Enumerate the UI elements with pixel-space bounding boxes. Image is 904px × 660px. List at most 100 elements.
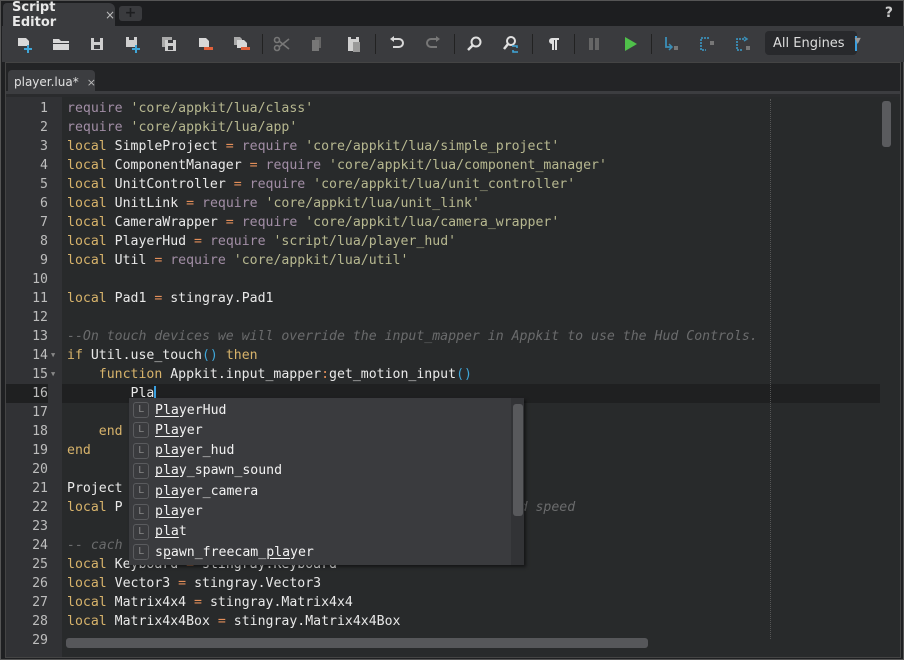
code-line: local Pad1 = stingray.Pad1 — [67, 289, 273, 308]
line-number: 2 — [40, 120, 48, 135]
save-all-button[interactable] — [157, 32, 181, 56]
save-as-button[interactable] — [121, 32, 145, 56]
autocomplete-item[interactable]: Lplat — [133, 522, 503, 542]
new-file-button[interactable] — [13, 32, 37, 56]
tab-script-editor[interactable]: Script Editor × — [3, 0, 115, 30]
cut-button[interactable] — [270, 32, 294, 56]
horizontal-scrollbar[interactable] — [66, 638, 648, 648]
code-token: local — [67, 576, 115, 591]
close-icon[interactable]: × — [105, 8, 115, 22]
line-number: 4 — [40, 158, 48, 173]
local-variable-icon: L — [133, 544, 149, 561]
autocomplete-item[interactable]: Lplayer — [133, 502, 503, 522]
script-editor-window: Script Editor × + ? All Engines ▼ player… — [0, 0, 904, 660]
step-out-button[interactable] — [731, 32, 755, 56]
code-token: 'core/appkit/lua/app' — [130, 120, 298, 135]
line-number: 11 — [32, 291, 48, 306]
code-token: 'core/appkit/lua/class' — [130, 101, 314, 116]
pause-button[interactable] — [582, 32, 606, 56]
line-number: 19 — [32, 443, 48, 458]
autocomplete-item[interactable]: Lplayer_camera — [133, 481, 503, 501]
code-token: function — [67, 367, 171, 382]
search-replace-icon — [503, 36, 518, 53]
find-button[interactable] — [463, 32, 487, 56]
show-whitespace-button[interactable] — [541, 32, 565, 56]
code-token: UnitLink — [114, 196, 187, 211]
code-token: = — [225, 215, 242, 230]
code-token: ComponentManager — [114, 158, 250, 173]
new-tab-button[interactable]: + — [119, 6, 142, 21]
engine-select[interactable]: All Engines ▼ — [765, 31, 861, 55]
search-icon — [467, 36, 482, 51]
find-replace-button[interactable] — [499, 32, 523, 56]
local-variable-icon: L — [133, 523, 149, 540]
code-editor[interactable]: 1 2 3 4 5 6 7 8 9 10 11 12 13 14 ▼ 15 ▼ 16 17 18 19 20 21 22 23 2… — [6, 97, 900, 657]
help-icon[interactable]: ? — [885, 5, 893, 21]
code-token: require — [170, 253, 234, 268]
engine-select-value: All Engines — [773, 35, 845, 51]
code-token: local — [67, 557, 115, 572]
close-file-button[interactable] — [193, 32, 217, 56]
toolbar-separator — [532, 34, 533, 54]
redo-button[interactable] — [421, 32, 445, 56]
toolbar-separator — [262, 34, 263, 54]
fold-toggle-icon[interactable]: ▼ — [51, 346, 55, 365]
code-token: = — [233, 177, 250, 192]
undo-button[interactable] — [385, 32, 409, 56]
autocomplete-scrollbar[interactable] — [513, 404, 523, 516]
code-token: : — [321, 367, 330, 382]
autocomplete-item-label: Player — [155, 422, 203, 438]
save-button[interactable] — [85, 32, 109, 56]
autocomplete-item[interactable]: Lplayer_hud — [133, 441, 503, 461]
copy-button[interactable] — [306, 32, 330, 56]
line-number: 26 — [32, 576, 48, 591]
code-token: require — [202, 196, 266, 211]
close-icon[interactable]: × — [87, 76, 96, 89]
paste-button[interactable] — [342, 32, 366, 56]
code-token: = — [186, 196, 202, 211]
code-line: local SimpleProject = require 'core/appk… — [67, 137, 559, 156]
folder-icon — [53, 39, 69, 50]
open-folder-button[interactable] — [49, 32, 73, 56]
code-token: local — [67, 614, 115, 629]
code-token: local — [67, 595, 115, 610]
line-number: 28 — [32, 614, 48, 629]
line-number: 9 — [40, 253, 48, 268]
autocomplete-item[interactable]: Lplay_spawn_sound — [133, 461, 503, 481]
vertical-scrollbar[interactable] — [882, 101, 891, 147]
code-token: PlayerHud — [114, 234, 195, 249]
autocomplete-item-label: player_camera — [155, 483, 259, 499]
pause-icon — [589, 38, 599, 50]
autocomplete-item[interactable]: L PlayerHud — [133, 400, 503, 420]
local-variable-icon: L — [133, 483, 149, 500]
code-token: local — [67, 234, 115, 249]
step-into-button[interactable] — [659, 32, 683, 56]
code-token: () — [201, 348, 218, 363]
code-token: () — [456, 367, 472, 382]
code-line: require 'core/appkit/lua/class' — [67, 99, 313, 118]
autocomplete-item-label: PlayerHud — [155, 402, 227, 418]
code-token: end — [67, 443, 91, 458]
title-bar: Script Editor × + ? — [1, 0, 903, 30]
code-token: 'core/appkit/lua/util' — [233, 253, 409, 268]
code-token: stingray.Pad1 — [170, 291, 274, 306]
line-number: 24 — [32, 538, 48, 553]
close-all-button[interactable] — [229, 32, 253, 56]
run-button[interactable] — [618, 32, 642, 56]
line-number: 10 — [32, 272, 48, 287]
tab-player-lua[interactable]: player.lua* × — [8, 70, 96, 94]
column-guide — [770, 99, 771, 639]
line-number: 20 — [32, 462, 48, 477]
autocomplete-item[interactable]: L Player — [133, 420, 503, 440]
code-token: = — [154, 253, 171, 268]
code-token: local — [67, 291, 115, 306]
code-token: local — [67, 215, 115, 230]
autocomplete-item[interactable]: Lspawn_freecam_player — [133, 542, 503, 562]
fold-toggle-icon[interactable]: ▼ — [51, 365, 55, 384]
save-icon — [91, 38, 103, 50]
code-line: local UnitLink = require 'core/appkit/lu… — [67, 194, 480, 213]
step-over-button[interactable] — [695, 32, 719, 56]
save-as-icon — [126, 37, 140, 53]
code-token: then — [217, 348, 258, 363]
line-number: 17 — [32, 405, 48, 420]
